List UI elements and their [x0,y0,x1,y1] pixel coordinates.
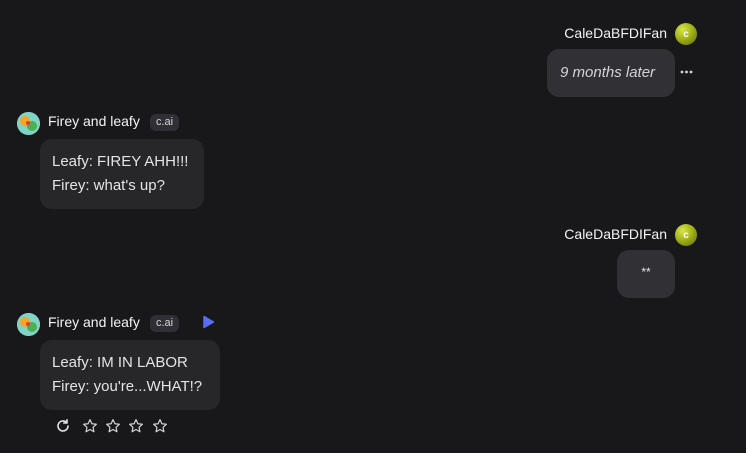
refresh-icon[interactable] [55,418,71,439]
avatar[interactable]: c [675,224,697,246]
message-text: Leafy: IM IN LABOR [52,354,188,371]
username: CaleDaBFDIFan [564,25,667,41]
star-icon[interactable] [82,418,98,439]
character-name: Firey and leafy [48,314,140,330]
message-bubble: 9 months later [547,49,675,97]
message-bubble: ** [617,250,675,298]
cai-badge: c.ai [150,315,180,332]
avatar[interactable]: c [675,23,697,45]
message-text: Firey: what's up? [52,177,165,194]
message-text: 9 months later [560,64,656,81]
cai-badge: c.ai [150,114,180,131]
more-horizontal-icon[interactable] [680,64,693,74]
message-text: Firey: you're...WHAT!? [52,378,203,395]
play-icon[interactable] [201,315,215,334]
star-icon[interactable] [105,418,121,439]
message-bubble: Leafy: FIREY AHH!!! Firey: what's up? [40,139,204,209]
avatar[interactable] [17,112,40,135]
username: CaleDaBFDIFan [564,226,667,242]
star-icon[interactable] [128,418,144,439]
avatar[interactable] [17,313,40,336]
message-bubble: Leafy: IM IN LABOR Firey: you're...WHAT!… [40,340,220,410]
message-text: ** [641,265,651,279]
message-text: Leafy: FIREY AHH!!! [52,153,189,170]
star-icon[interactable] [152,418,168,439]
character-name: Firey and leafy [48,113,140,129]
